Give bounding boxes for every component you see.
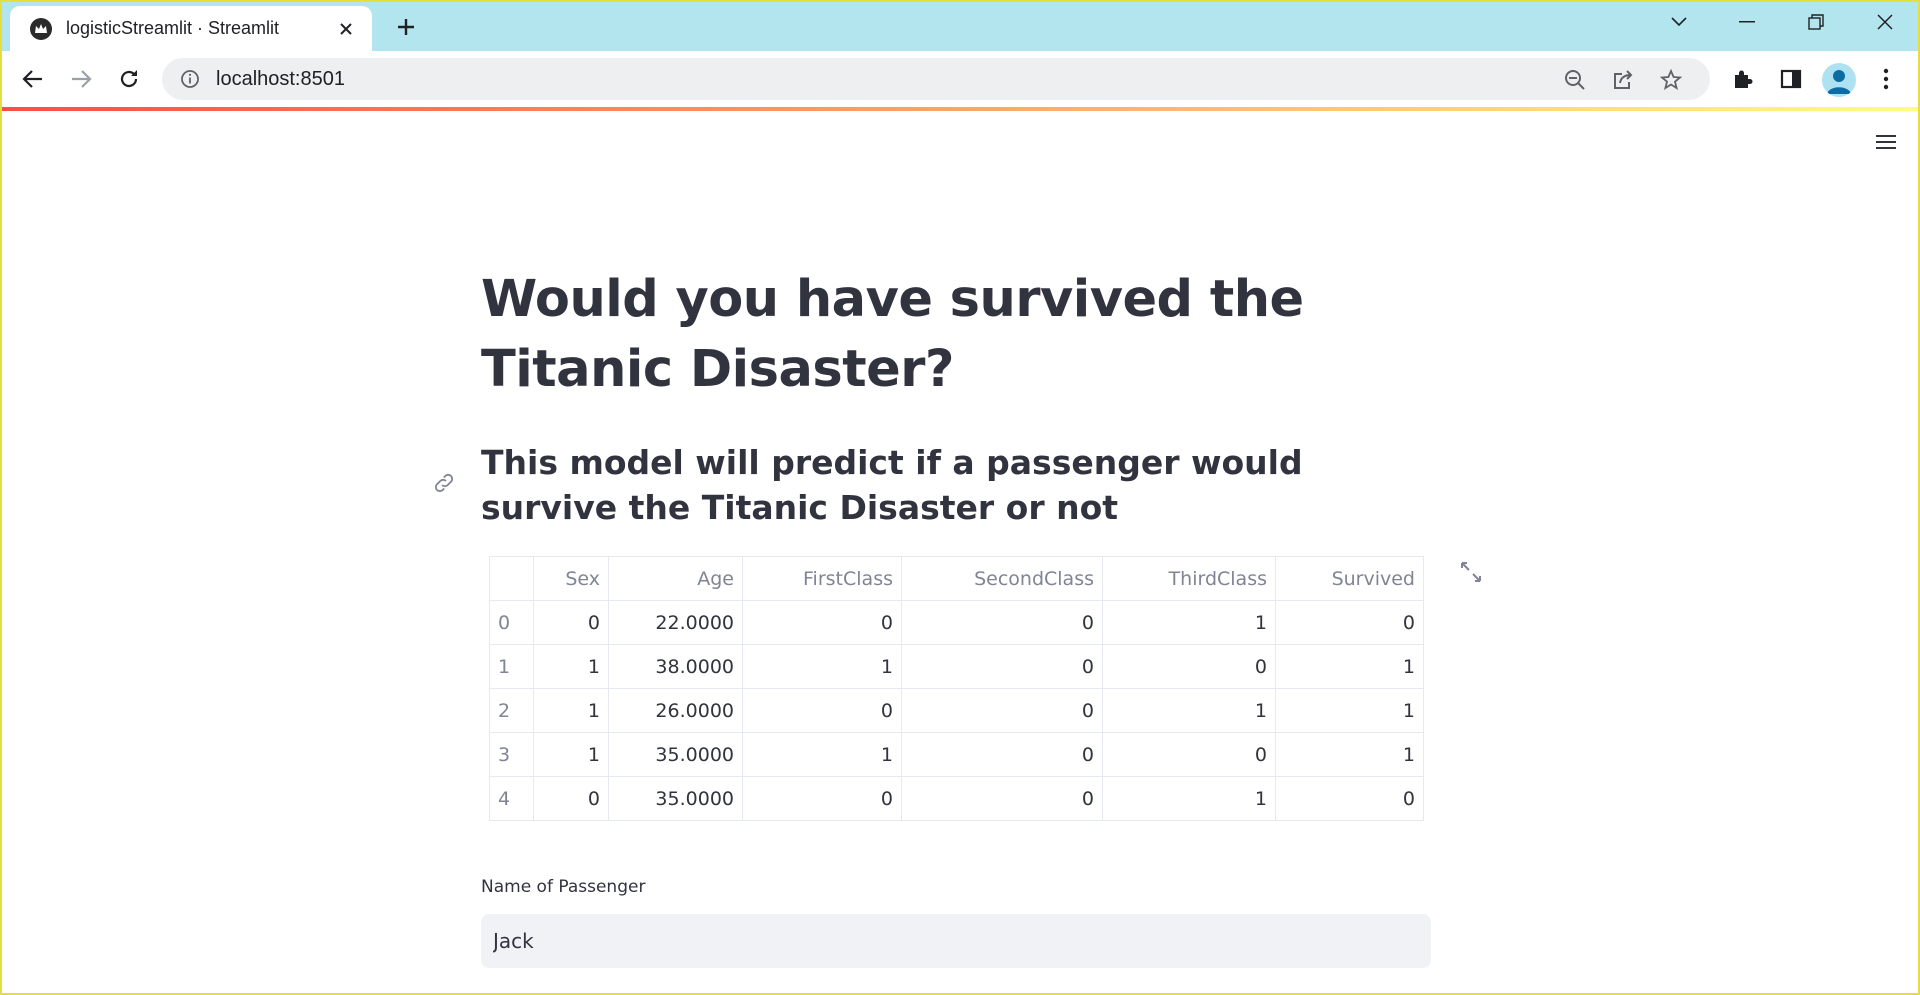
page-subtitle: This model will predict if a passenger w… bbox=[481, 443, 1303, 527]
table-cell[interactable]: 1 bbox=[533, 732, 609, 777]
row-index[interactable]: 2 bbox=[489, 688, 534, 733]
row-index[interactable]: 3 bbox=[489, 732, 534, 777]
column-header[interactable]: Survived bbox=[1275, 556, 1424, 601]
table-cell[interactable]: 1 bbox=[1102, 688, 1276, 733]
table-row: 2 1 26.0000 0 0 1 1 bbox=[489, 688, 1424, 733]
back-icon[interactable] bbox=[15, 61, 51, 97]
streamlit-crown-icon bbox=[30, 17, 52, 40]
table-cell[interactable]: 1 bbox=[742, 644, 902, 689]
table-cell[interactable]: 0 bbox=[901, 776, 1103, 821]
table-cell[interactable]: 1 bbox=[1102, 600, 1276, 645]
table-cell[interactable]: 22.0000 bbox=[608, 600, 743, 645]
restore-icon[interactable] bbox=[1793, 4, 1839, 40]
zoom-out-icon[interactable] bbox=[1562, 67, 1588, 93]
table-cell[interactable]: 1 bbox=[533, 644, 609, 689]
reload-icon[interactable] bbox=[111, 61, 147, 97]
table-cell[interactable]: 1 bbox=[1275, 688, 1424, 733]
tab-title: logisticStreamlit · Streamlit bbox=[66, 18, 280, 38]
table-row: 1 1 38.0000 1 0 0 1 bbox=[489, 644, 1424, 689]
app-menu-icon[interactable] bbox=[1870, 128, 1902, 156]
table-cell[interactable]: 26.0000 bbox=[608, 688, 743, 733]
table-cell[interactable]: 35.0000 bbox=[608, 776, 743, 821]
page-title: Would you have survived the Titanic Disa… bbox=[481, 270, 1304, 399]
table-row: 0 0 22.0000 0 0 1 0 bbox=[489, 600, 1424, 645]
table-cell[interactable]: 0 bbox=[742, 776, 902, 821]
table-cell[interactable]: 1 bbox=[1102, 776, 1276, 821]
column-header[interactable] bbox=[489, 556, 534, 601]
table-cell[interactable]: 0 bbox=[1275, 776, 1424, 821]
table-row: 4 0 35.0000 0 0 1 0 bbox=[489, 776, 1424, 821]
column-header[interactable]: SecondClass bbox=[901, 556, 1103, 601]
close-window-icon[interactable] bbox=[1862, 4, 1908, 40]
column-header[interactable]: Age bbox=[608, 556, 743, 601]
table-cell[interactable]: 0 bbox=[1102, 644, 1276, 689]
column-header[interactable]: ThirdClass bbox=[1102, 556, 1276, 601]
share-icon[interactable] bbox=[1610, 67, 1636, 93]
table-cell[interactable]: 1 bbox=[1275, 644, 1424, 689]
tab-close-icon[interactable] bbox=[332, 15, 360, 43]
forward-icon[interactable] bbox=[63, 61, 99, 97]
table-cell[interactable]: 35.0000 bbox=[608, 732, 743, 777]
table-cell[interactable]: 1 bbox=[533, 688, 609, 733]
table-cell[interactable]: 0 bbox=[533, 776, 609, 821]
extensions-puzzle-icon[interactable] bbox=[1727, 63, 1759, 95]
table-row: 3 1 35.0000 1 0 0 1 bbox=[489, 732, 1424, 777]
table-cell[interactable]: 0 bbox=[901, 688, 1103, 733]
profile-avatar-icon[interactable] bbox=[1822, 63, 1856, 97]
address-bar[interactable]: localhost:8501 bbox=[162, 58, 1710, 100]
side-panel-icon[interactable] bbox=[1775, 63, 1807, 95]
passenger-name-input[interactable] bbox=[481, 914, 1431, 968]
table-cell[interactable]: 1 bbox=[742, 732, 902, 777]
tab-strip: logisticStreamlit · Streamlit bbox=[0, 0, 1920, 51]
table-cell[interactable]: 38.0000 bbox=[608, 644, 743, 689]
bookmark-star-icon[interactable] bbox=[1658, 67, 1684, 93]
fullscreen-expand-icon[interactable] bbox=[1456, 557, 1486, 587]
table-cell[interactable]: 0 bbox=[742, 688, 902, 733]
row-index[interactable]: 0 bbox=[489, 600, 534, 645]
table-cell[interactable]: 0 bbox=[901, 600, 1103, 645]
minimize-icon[interactable] bbox=[1724, 4, 1770, 40]
tab-search-icon[interactable] bbox=[1656, 4, 1702, 40]
row-index[interactable]: 4 bbox=[489, 776, 534, 821]
new-tab-button[interactable] bbox=[390, 11, 422, 43]
table-cell[interactable]: 0 bbox=[901, 644, 1103, 689]
anchor-link-icon[interactable] bbox=[429, 468, 459, 498]
streamlit-decoration-bar bbox=[0, 107, 1920, 111]
table-cell[interactable]: 0 bbox=[1275, 600, 1424, 645]
site-info-icon[interactable] bbox=[178, 67, 202, 91]
url-text: localhost:8501 bbox=[216, 67, 345, 90]
table-header-row: Sex Age FirstClass SecondClass ThirdClas… bbox=[489, 556, 1424, 601]
table-cell[interactable]: 0 bbox=[742, 600, 902, 645]
table-cell[interactable]: 1 bbox=[1275, 732, 1424, 777]
dataframe[interactable]: Sex Age FirstClass SecondClass ThirdClas… bbox=[489, 556, 1424, 821]
table-cell[interactable]: 0 bbox=[1102, 732, 1276, 777]
column-header[interactable]: Sex bbox=[533, 556, 609, 601]
table-cell[interactable]: 0 bbox=[901, 732, 1103, 777]
column-header[interactable]: FirstClass bbox=[742, 556, 902, 601]
name-of-passenger-label: Name of Passenger bbox=[481, 877, 646, 897]
table-cell[interactable]: 0 bbox=[533, 600, 609, 645]
browser-menu-icon[interactable] bbox=[1870, 63, 1902, 95]
row-index[interactable]: 1 bbox=[489, 644, 534, 689]
browser-toolbar: localhost:8501 bbox=[0, 51, 1920, 107]
browser-tab[interactable]: logisticStreamlit · Streamlit bbox=[10, 6, 372, 51]
